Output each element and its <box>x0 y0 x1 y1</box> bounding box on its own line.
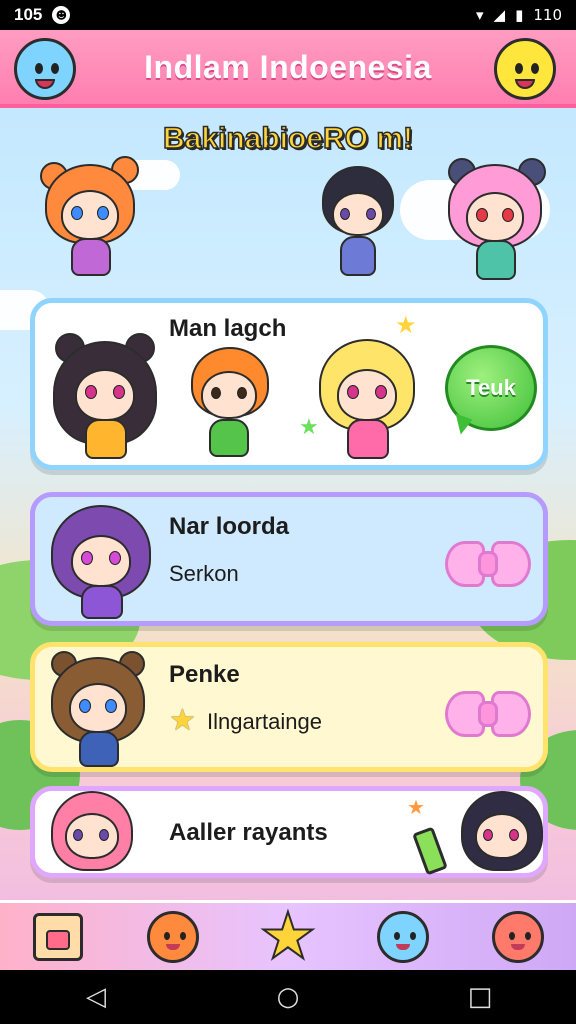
bottom-navigation: ★ <box>0 900 576 970</box>
wifi-icon: ▾ <box>476 6 484 24</box>
smiley-star-icon: ★ <box>169 703 196 738</box>
card-nar-loorda[interactable]: Nar loorda Serkon <box>30 492 548 626</box>
card-sublabel: Ilngartainge <box>207 709 322 734</box>
pink-bow-icon[interactable] <box>445 687 531 741</box>
yellow-mascot-icon[interactable] <box>494 38 556 100</box>
system-navigation: ◁ ○ □ <box>0 970 576 1024</box>
card-label: Nar loorda <box>169 513 290 540</box>
signal-icon: ◢ <box>493 6 506 24</box>
shop-icon[interactable] <box>25 907 91 967</box>
card-aaller-rayants[interactable]: Aaller rayants ★ <box>30 786 548 878</box>
pink-hair-girl-character[interactable] <box>49 789 135 877</box>
star-icon: ★ <box>395 311 417 339</box>
orange-blob-icon[interactable] <box>140 907 206 967</box>
app-title: Indlam Indoenesia <box>144 48 432 85</box>
red-blob-icon[interactable] <box>485 907 551 967</box>
green-drink-icon <box>412 826 448 876</box>
star-icon[interactable]: ★ <box>255 904 321 970</box>
dark-hair-girl-character[interactable] <box>51 333 161 463</box>
blonde-hair-character[interactable] <box>313 335 423 465</box>
game-notification-icon: ☻ <box>52 6 71 24</box>
battery-level: 110 <box>533 6 562 24</box>
card-penke[interactable]: Penke ★ Ilngartainge <box>30 642 548 772</box>
purple-hair-character[interactable] <box>47 501 157 626</box>
status-bar: 105 ☻ ▾ ◢ ▮ 110 <box>0 0 576 30</box>
home-icon[interactable]: ○ <box>264 977 312 1017</box>
brown-hair-character[interactable] <box>49 651 149 771</box>
star-icon: ★ <box>407 795 425 819</box>
card-label: Aaller rayants <box>169 819 328 846</box>
dark-hair-girl-character[interactable] <box>459 789 545 877</box>
orange-hair-character[interactable] <box>35 150 145 280</box>
battery-icon: ▮ <box>515 6 524 24</box>
orange-hair-boy-character[interactable] <box>185 347 275 462</box>
dark-hair-boy-character[interactable] <box>318 166 398 281</box>
pink-bow-icon[interactable] <box>445 537 531 591</box>
card-label: Penke <box>169 661 240 688</box>
card-sublabel: Serkon <box>169 561 239 586</box>
card-man-lagch[interactable]: Man lagch ★ ★ Teuk <box>30 298 548 470</box>
recents-icon[interactable]: □ <box>456 977 504 1017</box>
back-icon[interactable]: ◁ <box>72 977 120 1017</box>
pink-hair-character[interactable] <box>440 154 550 284</box>
star-icon: ★ <box>299 415 319 440</box>
blue-blob-icon[interactable] <box>370 907 436 967</box>
blue-mascot-icon[interactable] <box>14 38 76 100</box>
status-time: 105 <box>14 5 43 24</box>
game-screen: Indlam Indoenesia BakinabioeRO m! Man la… <box>0 30 576 970</box>
card-label: Man lagch <box>169 315 287 342</box>
talk-button[interactable]: Teuk <box>445 345 537 431</box>
app-header: Indlam Indoenesia <box>0 30 576 108</box>
